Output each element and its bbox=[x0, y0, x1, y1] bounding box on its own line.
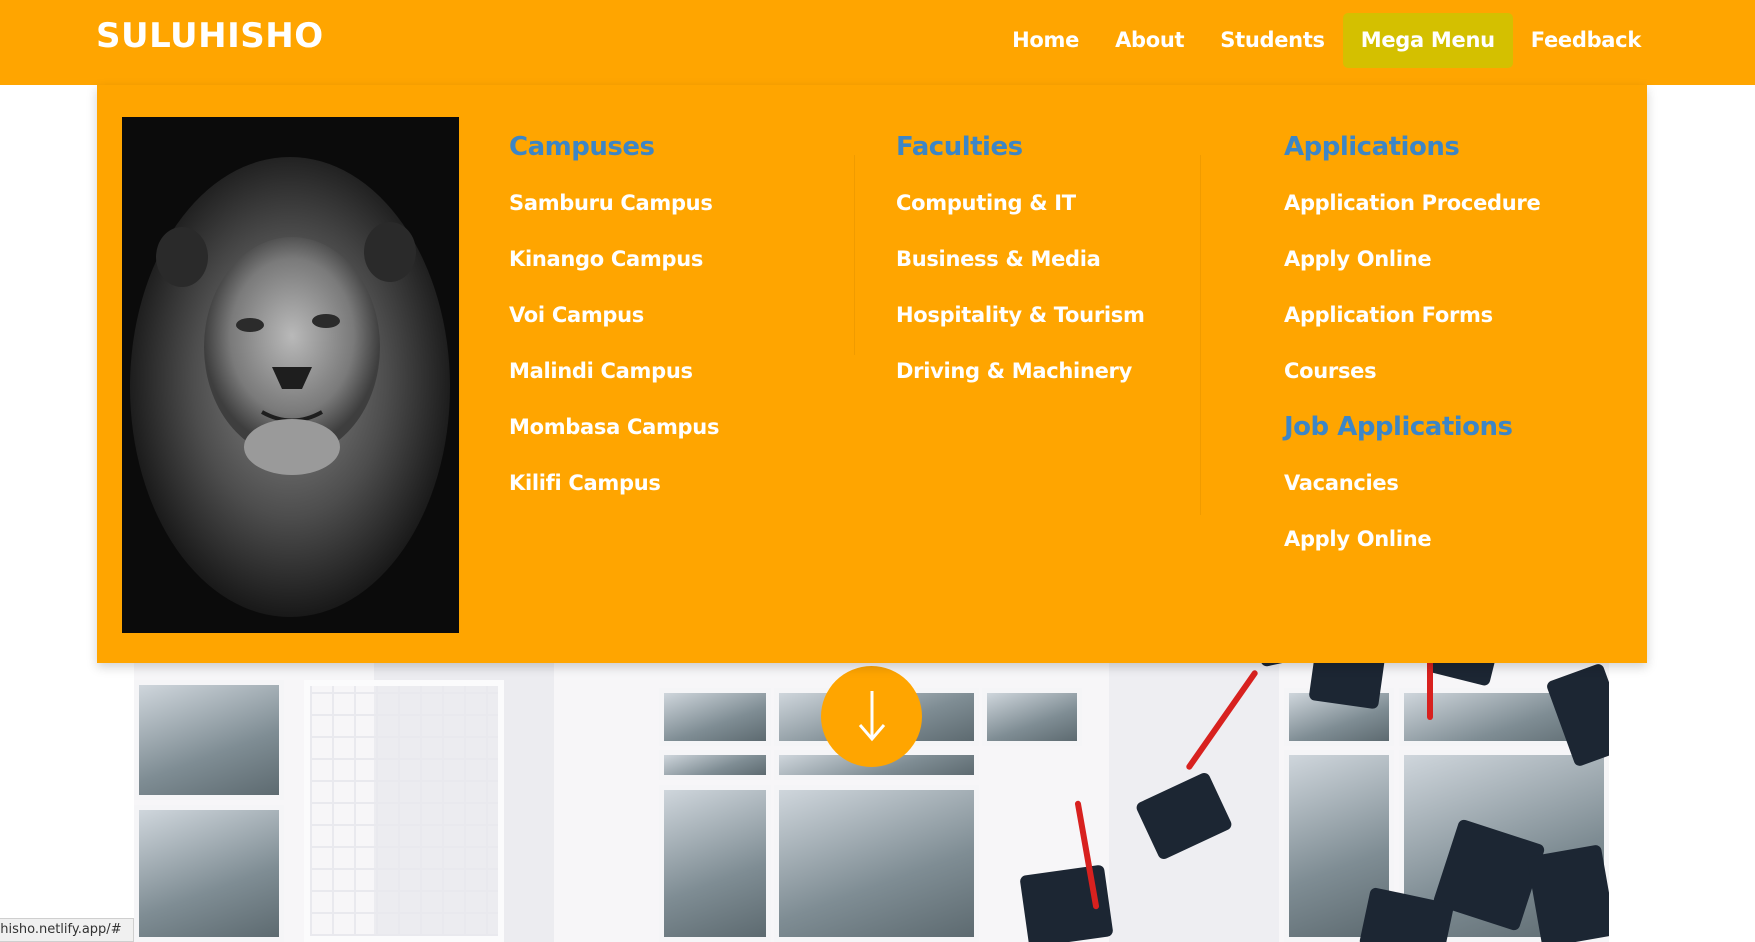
nav-about[interactable]: About bbox=[1097, 13, 1202, 68]
link-application-procedure[interactable]: Application Procedure bbox=[1284, 183, 1541, 239]
campuses-heading: Campuses bbox=[509, 132, 655, 162]
link-samburu-campus[interactable]: Samburu Campus bbox=[509, 183, 719, 239]
faculties-heading: Faculties bbox=[896, 132, 1023, 162]
lion-image bbox=[122, 117, 459, 633]
nav-feedback[interactable]: Feedback bbox=[1513, 13, 1659, 68]
scroll-down-button[interactable] bbox=[821, 666, 922, 767]
link-kinango-campus[interactable]: Kinango Campus bbox=[509, 239, 719, 295]
column-divider bbox=[1200, 155, 1201, 515]
campuses-column: Campuses Samburu Campus Kinango Campus V… bbox=[509, 127, 719, 519]
job-applications-heading: Job Applications bbox=[1284, 412, 1513, 442]
top-navbar: SULUHISHO Home About Students Mega Menu … bbox=[0, 0, 1755, 85]
main-nav: Home About Students Mega Menu Feedback bbox=[994, 13, 1659, 68]
link-application-forms[interactable]: Application Forms bbox=[1284, 295, 1540, 351]
link-malindi-campus[interactable]: Malindi Campus bbox=[509, 351, 719, 407]
applications-column: Applications Application Procedure Apply… bbox=[1284, 127, 1541, 575]
link-mombasa-campus[interactable]: Mombasa Campus bbox=[509, 407, 719, 463]
link-kilifi-campus[interactable]: Kilifi Campus bbox=[509, 463, 719, 519]
nav-mega-menu[interactable]: Mega Menu bbox=[1342, 13, 1513, 68]
link-driving-machinery[interactable]: Driving & Machinery bbox=[896, 351, 1145, 407]
browser-status-url: uhisho.netlify.app/# bbox=[0, 918, 134, 942]
faculties-column: Faculties Computing & IT Business & Medi… bbox=[896, 127, 1145, 407]
link-vacancies[interactable]: Vacancies bbox=[1284, 463, 1540, 519]
applications-heading: Applications bbox=[1284, 132, 1460, 162]
link-voi-campus[interactable]: Voi Campus bbox=[509, 295, 719, 351]
link-business-media[interactable]: Business & Media bbox=[896, 239, 1145, 295]
nav-home[interactable]: Home bbox=[994, 13, 1097, 68]
nav-students[interactable]: Students bbox=[1202, 13, 1342, 68]
site-logo[interactable]: SULUHISHO bbox=[96, 16, 324, 56]
link-computing-it[interactable]: Computing & IT bbox=[896, 183, 1145, 239]
mega-menu-dropdown: Campuses Samburu Campus Kinango Campus V… bbox=[97, 85, 1647, 663]
link-apply-online[interactable]: Apply Online bbox=[1284, 239, 1540, 295]
link-hospitality-tourism[interactable]: Hospitality & Tourism bbox=[896, 295, 1145, 351]
arrow-down-icon bbox=[858, 690, 885, 741]
status-url-text: uhisho.netlify.app/# bbox=[0, 922, 122, 937]
column-divider bbox=[854, 155, 855, 355]
link-job-apply-online[interactable]: Apply Online bbox=[1284, 519, 1540, 575]
link-courses[interactable]: Courses bbox=[1284, 351, 1540, 407]
